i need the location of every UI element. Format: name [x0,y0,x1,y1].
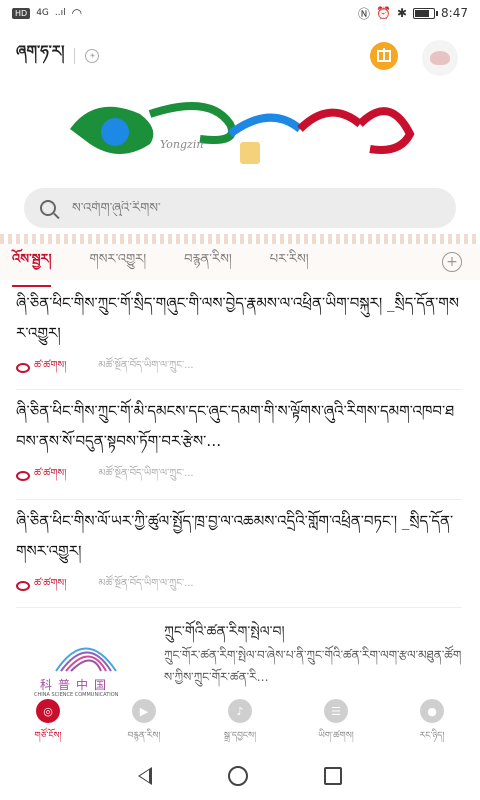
nav-music[interactable]: ♪ སྒྲ་དབྱངས། [200,699,280,751]
nav-home[interactable]: ◎ གཙོ་ངོས། [8,699,88,751]
gift-button[interactable] [370,42,398,70]
article-source: ཚ་ཚགས། [34,360,67,371]
search-icon [40,200,56,216]
divider [74,48,76,64]
article-source: ཚ་ཚགས། [34,468,67,479]
tab-news[interactable]: གསར་འགྱུར། [89,238,146,287]
nav-label: ཡིག་ཚགས། [318,731,354,741]
back-icon[interactable] [138,767,152,785]
source-logo-icon [16,363,30,373]
user-icon: ● [420,699,444,723]
nav-documents[interactable]: ☰ ཡིག་ཚགས། [296,699,376,751]
nav-label: བརྙན་རིས། [127,731,161,741]
nav-profile[interactable]: ● རང་ཉིད། [392,699,472,751]
tab-photos[interactable]: པར་རིས། [270,238,309,287]
source-logo-icon [16,471,30,481]
nav-label: གཙོ་ངོས། [34,731,62,741]
city-name[interactable]: ཞག་ཧ་ར། [16,35,64,77]
article-extra: མཚོ་སྔོན་བོད་ཡིག་ལ་ཀྲུང་... [98,360,194,371]
bluetooth-icon: ✱ [396,6,408,20]
gift-icon [377,48,391,62]
tab-bar: འོས་སྦྱར། གསར་འགྱུར། བརྙན་རིས། པར་རིས། + [0,244,480,287]
book-icon: ☰ [324,699,348,723]
play-icon: ▶ [132,699,156,723]
battery-fill [415,9,429,17]
nfc-icon: Ⓝ [358,6,371,21]
search-bar[interactable] [24,188,456,228]
status-bar: HD 4G ..ıl ◠ Ⓝ ⏰ ✱ 8:47 [0,0,480,26]
logo-text: Yongzin [160,138,204,151]
nav-label: སྒྲ་དབྱངས། [223,731,257,741]
clock: 8:47 [441,6,468,20]
list-item[interactable]: ཞི་ཅིན་ཕིང་གིས་ལོ་ཡར་ཀྱི་ཚུལ་སྤྱོད་ཁྲ་བྱ… [16,506,462,608]
article-title: ཞི་ཅིན་ཕིང་གིས་ཀྲུང་གོ་སྲིད་གཞུང་གི་ལས་བ… [16,294,459,342]
article-meta: ཚ་ཚགས། མཚོ་སྔོན་བོད་ཡིག་ལ་ཀྲུང་... [16,354,462,382]
system-nav [0,752,480,800]
search-input[interactable] [72,200,440,216]
avatar[interactable] [422,40,458,76]
network-label: 4G [36,8,49,18]
recent-apps-icon[interactable] [324,767,342,785]
alarm-icon: ⏰ [376,6,391,20]
article-title: ཞི་ཅིན་ཕིང་གིས་ཀྲུང་གོ་མི་དམངས་དང་ཞུང་དམ… [16,402,455,450]
source-logo-icon [16,581,30,591]
battery-icon [413,7,439,19]
article-extra: མཚོ་སྔོན་བོད་ཡིག་ལ་ཀྲུང་... [98,468,194,479]
hd-badge: HD [12,7,31,19]
list-item[interactable]: ཞི་ཅིན་ཕིང་གིས་ཀྲུང་གོ་སྲིད་གཞུང་གི་ལས་བ… [16,288,462,390]
logo-art [70,102,415,164]
article-title: ཞི་ཅིན་ཕིང་གིས་ལོ་ཡར་ཀྱི་ཚུལ་སྤྱོད་ཁྲ་བྱ… [16,512,454,560]
wifi-icon: ◠ [71,6,83,20]
tab-recommended[interactable]: འོས་སྦྱར། [12,238,52,287]
home-icon: ◎ [36,699,60,723]
image-caption-cn: 科普中国 [40,678,113,692]
weather-icon[interactable]: ☀ [85,49,100,63]
nav-video[interactable]: ▶ བརྙན་རིས། [104,699,184,751]
add-tab-icon[interactable]: + [442,252,462,272]
image-caption-en: CHINA SCIENCE COMMUNICATION [34,692,119,698]
article-title: ཀྲུང་གོའི་ཚན་རིག་སྤེལ་བ། [164,624,285,640]
decorative-border [0,234,480,244]
music-icon: ♪ [228,699,252,723]
list-item[interactable]: ཞི་ཅིན་ཕིང་གིས་ཀྲུང་གོ་མི་དམངས་དང་ཞུང་དམ… [16,396,462,500]
header: ཞག་ཧ་ར། ☀ [0,36,480,76]
tab-video[interactable]: བརྙན་རིས། [184,238,232,287]
article-extra: མཚོ་སྔོན་བོད་ཡིག་ལ་ཀྲུང་... [98,578,194,589]
app-logo [0,84,480,180]
list-item[interactable]: ཀྲུང་གོའི་ཚན་རིག་སྤེལ་བ། ཀྲུང་གོར་ཚན་རིག… [164,620,464,688]
signal-icon: ..ıl [54,8,66,18]
article-source: ཚ་ཚགས། [34,578,67,589]
article-summary: ཀྲུང་གོར་ཚན་རིག་སྤེལ་བ་ཞེས་པ་ནི་ཀྲུང་གོའ… [164,648,462,684]
bottom-nav: ◎ གཙོ་ངོས། ▶ བརྙན་རིས། ♪ སྒྲ་དབྱངས། ☰ ཡི… [0,699,480,751]
article-meta: ཚ་ཚགས། མཚོ་སྔོན་བོད་ཡིག་ལ་ཀྲུང་... [16,462,462,490]
nav-label: རང་ཉིད། [419,731,445,741]
avatar-icon [430,51,450,65]
home-button-icon[interactable] [228,766,248,786]
article-meta: ཚ་ཚགས། མཚོ་སྔོན་བོད་ཡིག་ལ་ཀྲུང་... [16,572,462,600]
